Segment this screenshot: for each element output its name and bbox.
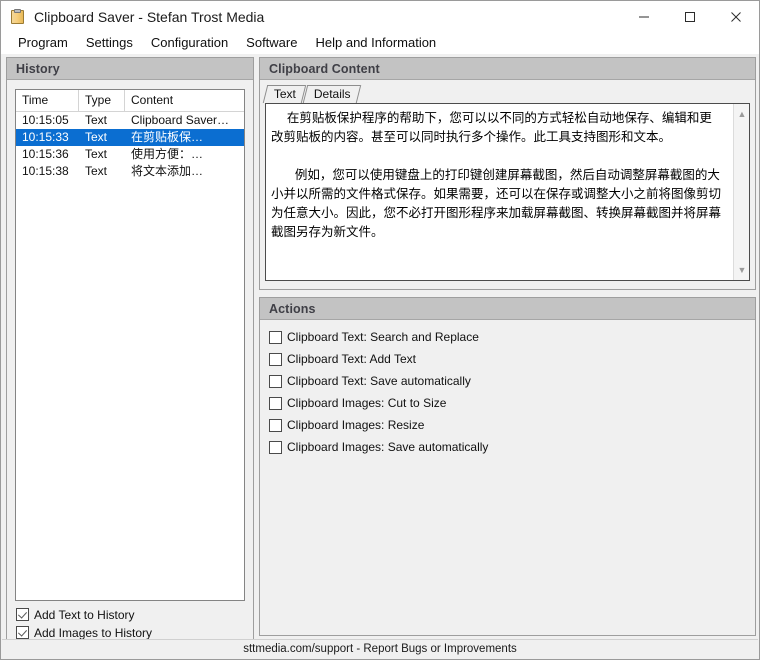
- application-window: Clipboard Saver - Stefan Trost Media Pro…: [0, 0, 760, 660]
- checkbox-label: Clipboard Images: Resize: [287, 418, 425, 432]
- clipboard-text-scrollbar[interactable]: ▲ ▼: [733, 104, 749, 280]
- table-row[interactable]: 10:15:38 Text 将文本添加…: [16, 163, 244, 180]
- menu-bar: Program Settings Configuration Software …: [1, 32, 759, 54]
- table-row[interactable]: 10:15:05 Text Clipboard Saver…: [16, 112, 244, 129]
- tab-details[interactable]: Details: [302, 85, 360, 103]
- table-row[interactable]: 10:15:36 Text 使用方便：…: [16, 146, 244, 163]
- checkbox-label: Clipboard Text: Save automatically: [287, 374, 471, 388]
- checkbox-icon[interactable]: [269, 418, 282, 432]
- checkbox-label: Clipboard Text: Search and Replace: [287, 330, 479, 344]
- title-bar: Clipboard Saver - Stefan Trost Media: [1, 1, 759, 32]
- menu-item-help-and-information[interactable]: Help and Information: [306, 32, 445, 54]
- menu-item-configuration[interactable]: Configuration: [142, 32, 237, 54]
- menu-item-software[interactable]: Software: [237, 32, 306, 54]
- clipboard-content-panel-title: Clipboard Content: [269, 61, 380, 76]
- checkbox-icon[interactable]: [269, 352, 282, 366]
- history-options: Add Text to History Add Images to Histor…: [16, 606, 246, 642]
- clipboard-content-panel: Clipboard Content Text Details 在剪贴板保护程序的…: [259, 57, 756, 290]
- cell-type: Text: [85, 164, 108, 178]
- checkbox-clipboard-images-save-automatically[interactable]: Clipboard Images: Save automatically: [269, 436, 739, 458]
- close-icon[interactable]: [713, 1, 759, 32]
- checkbox-clipboard-images-cut-to-size[interactable]: Clipboard Images: Cut to Size: [269, 392, 739, 414]
- menu-item-settings[interactable]: Settings: [77, 32, 142, 54]
- clipboard-icon: [10, 8, 26, 25]
- checkbox-clipboard-text-add-text[interactable]: Clipboard Text: Add Text: [269, 348, 739, 370]
- chevron-up-icon[interactable]: ▲: [734, 106, 749, 122]
- column-header-content[interactable]: Content: [125, 90, 244, 111]
- window-title: Clipboard Saver - Stefan Trost Media: [34, 8, 265, 25]
- cell-time: 10:15:38: [22, 164, 69, 178]
- menu-item-program[interactable]: Program: [9, 32, 77, 54]
- tab-text[interactable]: Text: [262, 85, 306, 103]
- checkbox-icon[interactable]: [269, 396, 282, 410]
- maximize-icon[interactable]: [667, 1, 713, 32]
- status-bar: sttmedia.com/support - Report Bugs or Im…: [2, 639, 758, 658]
- cell-time: 10:15:33: [22, 130, 69, 144]
- clipboard-content-panel-header: Clipboard Content: [260, 58, 755, 80]
- column-header-type[interactable]: Type: [79, 90, 125, 111]
- cell-type: Text: [85, 147, 108, 161]
- cell-content: Clipboard Saver…: [131, 113, 230, 127]
- checkbox-label: Add Images to History: [34, 625, 153, 640]
- checkbox-icon[interactable]: [16, 626, 29, 639]
- checkbox-add-text-to-history[interactable]: Add Text to History: [16, 606, 246, 623]
- actions-panel-title: Actions: [269, 301, 316, 316]
- checkbox-clipboard-text-save-automatically[interactable]: Clipboard Text: Save automatically: [269, 370, 739, 392]
- checkbox-icon[interactable]: [16, 608, 29, 621]
- actions-list: Clipboard Text: Search and Replace Clipb…: [269, 326, 739, 458]
- cell-content: 将文本添加…: [131, 164, 204, 178]
- checkbox-label: Clipboard Text: Add Text: [287, 352, 416, 366]
- history-panel: History Time Type Content 10:15:05 Text …: [6, 57, 254, 656]
- checkbox-clipboard-images-resize[interactable]: Clipboard Images: Resize: [269, 414, 739, 436]
- clipboard-text-area[interactable]: 在剪贴板保护程序的帮助下，您可以以不同的方式轻松自动地保存、编辑和更改剪贴板的内…: [265, 103, 750, 281]
- cell-type: Text: [85, 130, 108, 144]
- column-header-time[interactable]: Time: [16, 90, 79, 111]
- history-panel-header: History: [7, 58, 253, 80]
- status-bar-text[interactable]: sttmedia.com/support - Report Bugs or Im…: [243, 643, 517, 655]
- cell-content: 使用方便：…: [131, 147, 204, 161]
- checkbox-label: Clipboard Images: Cut to Size: [287, 396, 447, 410]
- checkbox-label: Add Text to History: [34, 607, 135, 622]
- cell-time: 10:15:05: [22, 113, 69, 127]
- checkbox-icon[interactable]: [269, 440, 282, 454]
- table-row[interactable]: 10:15:33 Text 在剪贴板保…: [16, 129, 244, 146]
- window-controls: [621, 1, 759, 32]
- actions-panel-header: Actions: [260, 298, 755, 320]
- clipboard-text-value: 在剪贴板保护程序的帮助下，您可以以不同的方式轻松自动地保存、编辑和更改剪贴板的内…: [271, 110, 722, 239]
- checkbox-clipboard-text-search-and-replace[interactable]: Clipboard Text: Search and Replace: [269, 326, 739, 348]
- minimize-icon[interactable]: [621, 1, 667, 32]
- checkbox-label: Clipboard Images: Save automatically: [287, 440, 489, 454]
- checkbox-icon[interactable]: [269, 330, 282, 344]
- tab-details-label: Details: [313, 87, 351, 101]
- cell-content: 在剪贴板保…: [131, 130, 204, 144]
- history-listview[interactable]: Time Type Content 10:15:05 Text Clipboar…: [15, 89, 245, 601]
- history-panel-title: History: [16, 61, 60, 76]
- clipboard-content-tabs: Text Details: [262, 85, 360, 103]
- cell-time: 10:15:36: [22, 147, 69, 161]
- checkbox-icon[interactable]: [269, 374, 282, 388]
- chevron-down-icon[interactable]: ▼: [734, 262, 749, 278]
- cell-type: Text: [85, 113, 108, 127]
- actions-panel: Actions Clipboard Text: Search and Repla…: [259, 297, 756, 636]
- history-column-headers: Time Type Content: [16, 90, 244, 112]
- tab-text-label: Text: [273, 87, 296, 101]
